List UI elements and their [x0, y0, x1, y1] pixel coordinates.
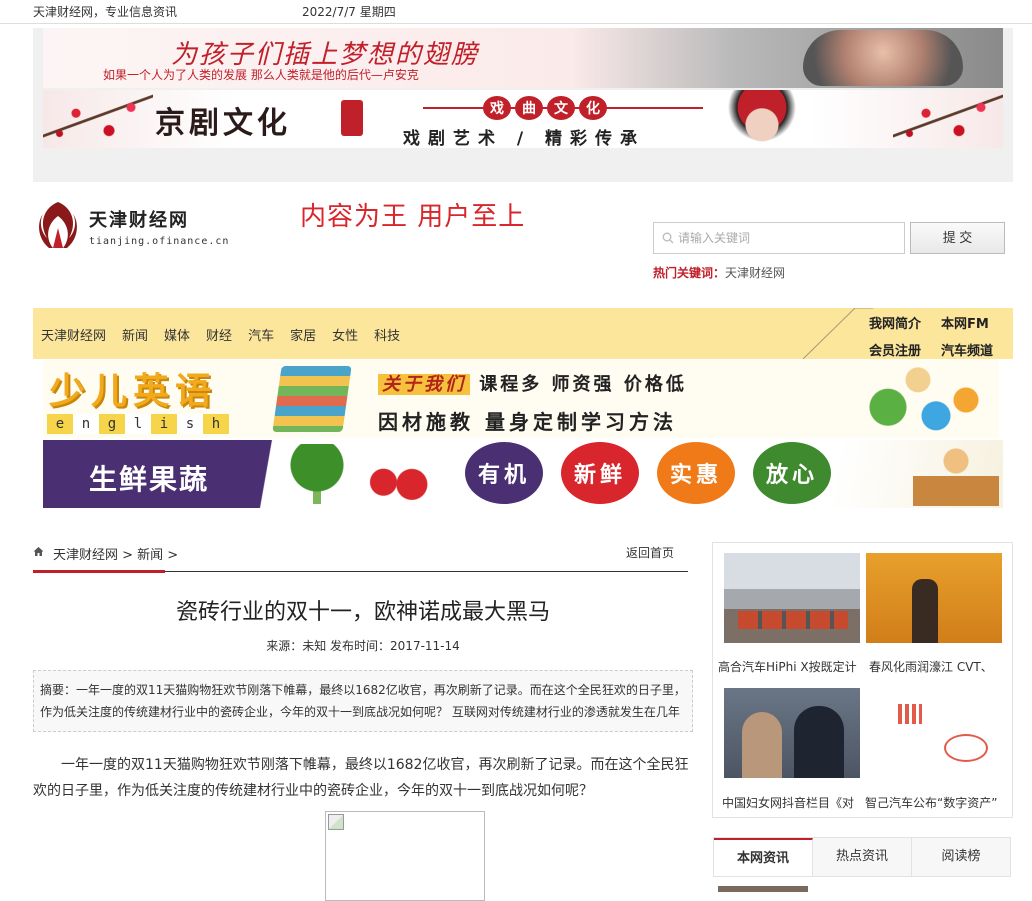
- logo-name: 天津财经网: [89, 210, 189, 231]
- article-image-broken: [325, 811, 485, 901]
- article-title: 瓷砖行业的双十一，欧神诺成最大黑马: [175, 600, 550, 625]
- nav-item-tech[interactable]: 科技: [374, 325, 400, 344]
- opera-banner[interactable]: 京剧文化 戏 曲 文 化 戏剧艺术 / 精彩传承: [43, 90, 1003, 148]
- nav-link-fm[interactable]: 本网FM: [941, 313, 1009, 332]
- letter-tile: s: [177, 414, 203, 434]
- nav-link-register[interactable]: 会员注册: [869, 340, 941, 359]
- nav-item-media[interactable]: 媒体: [164, 325, 190, 344]
- strawberry-icon: [367, 458, 433, 502]
- letter-tile: g: [99, 414, 125, 434]
- nav-item-home-living[interactable]: 家居: [290, 325, 316, 344]
- logo-url: tianjing.ofinance.cn: [89, 236, 230, 247]
- opera-tag: 曲: [515, 96, 543, 120]
- letter-tile: e: [47, 414, 73, 434]
- hot-keywords: 热门关键词：天津财经网: [653, 264, 785, 281]
- sidebar-tabs: 本网资讯 热点资讯 阅读榜: [713, 837, 1011, 877]
- sidebar-list-thumbnail[interactable]: [718, 886, 808, 892]
- plum-blossom-right: [893, 90, 1003, 148]
- nav-item-home[interactable]: 天津财经网: [41, 325, 106, 344]
- charity-banner[interactable]: 为孩子们插上梦想的翅膀 如果一个人为了人类的发展 那么人类就是他的后代—卢安克: [43, 28, 1003, 88]
- opera-tag-group: 戏 曲 文 化: [483, 96, 607, 120]
- current-date: 2022/7/7 星期四: [302, 5, 396, 19]
- letter-tile: i: [151, 414, 177, 434]
- article-meta: 来源：未知 发布时间：2017-11-14: [266, 639, 460, 653]
- tab-site-news[interactable]: 本网资讯: [714, 838, 813, 876]
- sidebar-thumbnail[interactable]: [724, 688, 860, 778]
- tab-reading-rank[interactable]: 阅读榜: [912, 838, 1010, 876]
- top-bar: 天津财经网，专业信息资讯 2022/7/7 星期四: [0, 0, 1032, 24]
- breadcrumb: 天津财经网 > 新闻 > 返回首页: [33, 542, 688, 573]
- search-icon: [662, 232, 674, 244]
- broccoli-icon: [281, 444, 353, 504]
- sidebar-caption[interactable]: 中国妇女网抖音栏目《对: [722, 794, 864, 811]
- search-box: [653, 222, 905, 254]
- fresh-produce-ad[interactable]: 生鲜果蔬 有机 新鲜 实惠 放心: [43, 440, 1003, 508]
- site-logo[interactable]: 天津财经网 tianjing.ofinance.cn: [33, 196, 233, 258]
- fresh-tag: 有机: [465, 442, 543, 504]
- child-photo: [803, 30, 963, 86]
- fresh-tag-group: 有机 新鲜 实惠 放心: [465, 442, 831, 504]
- breadcrumb-path[interactable]: 天津财经网 > 新闻 >: [53, 544, 178, 563]
- sidebar-caption[interactable]: 智己汽车公布“数字资产”: [865, 794, 1007, 811]
- opera-tag: 化: [579, 96, 607, 120]
- breadcrumb-accent: [33, 570, 165, 573]
- letter-tile: h: [203, 414, 229, 434]
- abc-kids-illustration: [843, 364, 993, 436]
- sidebar-thumbnail[interactable]: [866, 553, 1002, 643]
- submit-button[interactable]: 提 交: [910, 222, 1005, 254]
- nav-item-news[interactable]: 新闻: [122, 325, 148, 344]
- english-course-ad[interactable]: 少儿英语 e n g l i s h 关于我们 课程多 师资强 价格低 因材施教…: [43, 360, 999, 438]
- sidebar-caption[interactable]: 春风化雨润濠江 CVT、: [869, 658, 1011, 675]
- back-home-link[interactable]: 返回首页: [626, 544, 674, 561]
- nav-link-about[interactable]: 我网简介: [869, 313, 941, 332]
- sidebar-caption[interactable]: 高合汽车HiPhi X按既定计: [718, 658, 860, 675]
- fresh-tag: 实惠: [657, 442, 735, 504]
- english-ad-line2: 因材施教 量身定制学习方法: [378, 410, 677, 434]
- english-ad-line1-text: 课程多 师资强 价格低: [479, 374, 687, 395]
- nav-item-auto[interactable]: 汽车: [248, 325, 274, 344]
- phoenix-logo-icon: [39, 202, 77, 248]
- opera-tag: 戏: [483, 96, 511, 120]
- fresh-tag: 放心: [753, 442, 831, 504]
- opera-mask-image: [723, 90, 801, 148]
- opera-banner-subtitle: 戏剧艺术 / 精彩传承: [403, 129, 646, 148]
- books-icon: [272, 366, 352, 432]
- nav-item-finance[interactable]: 财经: [206, 325, 232, 344]
- english-letter-row: e n g l i s h: [47, 414, 229, 434]
- hot-keyword-link[interactable]: 天津财经网: [725, 266, 785, 280]
- site-tagline: 天津财经网，专业信息资讯: [33, 5, 178, 19]
- hot-keywords-label: 热门关键词：: [653, 266, 726, 280]
- sidebar-thumbnail[interactable]: [724, 553, 860, 643]
- site-slogan: 内容为王 用户至上: [300, 202, 526, 232]
- search-input[interactable]: [678, 223, 900, 253]
- article-summary: 摘要：一年一度的双11天猫购物狂欢节刚落下帷幕，最终以1682亿收官，再次刷新了…: [33, 670, 693, 732]
- english-ad-line1: 关于我们 课程多 师资强 价格低: [378, 370, 687, 396]
- about-us-highlight: 关于我们: [378, 374, 470, 395]
- tab-hot-news[interactable]: 热点资讯: [813, 838, 912, 876]
- plum-blossom-left: [43, 90, 153, 148]
- nav-items: 天津财经网 新闻 媒体 财经 汽车 家居 女性 科技: [41, 325, 400, 344]
- charity-banner-quote: 如果一个人为了人类的发展 那么人类就是他的后代—卢安克: [103, 68, 419, 82]
- opera-banner-title: 京剧文化: [155, 106, 291, 141]
- fresh-ad-title: 生鲜果蔬: [89, 463, 210, 496]
- red-seal-icon: [341, 100, 363, 136]
- nav-divider-slash: [802, 308, 873, 359]
- fresh-tag: 新鲜: [561, 442, 639, 504]
- opera-tag: 文: [547, 96, 575, 120]
- english-ad-title: 少儿英语: [49, 371, 218, 412]
- main-nav: 天津财经网 新闻 媒体 财经 汽车 家居 女性 科技 我网简介 本网FM 会员注…: [33, 308, 1013, 359]
- broken-image-icon: [328, 814, 344, 830]
- nav-right-links: 我网简介 本网FM 会员注册 汽车频道: [869, 313, 1009, 359]
- nav-link-auto-channel[interactable]: 汽车频道: [941, 340, 1009, 359]
- home-icon[interactable]: [33, 546, 44, 557]
- sidebar-thumbnail[interactable]: [866, 688, 1002, 778]
- letter-tile: l: [125, 414, 151, 434]
- article-paragraph: 一年一度的双11天猫购物狂欢节刚落下帷幕，最终以1682亿收官，再次刷新了记录。…: [33, 757, 689, 799]
- nav-item-women[interactable]: 女性: [332, 325, 358, 344]
- top-banner-area: 为孩子们插上梦想的翅膀 如果一个人为了人类的发展 那么人类就是他的后代—卢安克 …: [33, 28, 1013, 182]
- farmer-basket-illustration: [913, 446, 999, 506]
- letter-tile: n: [73, 414, 99, 434]
